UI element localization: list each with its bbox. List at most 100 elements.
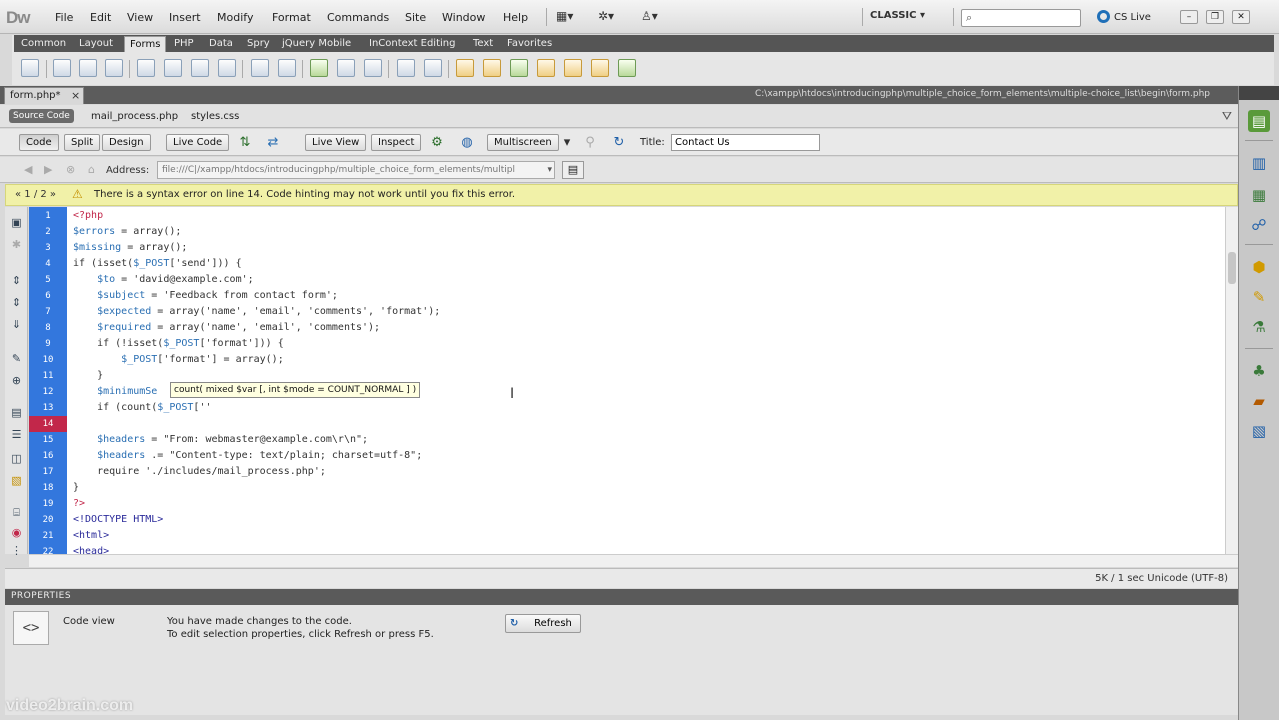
code-line[interactable]: require './includes/mail_process.php'; (73, 464, 326, 480)
code-line[interactable]: $to = 'david@example.com'; (73, 272, 254, 288)
tag-inspector-icon[interactable]: ☍ (1248, 214, 1270, 236)
title-input[interactable] (671, 134, 820, 151)
behaviors-icon[interactable]: ⬢ (1248, 256, 1270, 278)
live-code-button[interactable]: Live Code (166, 134, 230, 151)
hidden-field-icon[interactable] (105, 59, 123, 77)
compare-icon[interactable]: ⇄ (264, 134, 282, 151)
code-line[interactable]: $subject = 'Feedback from contact form'; (73, 288, 338, 304)
extend-menu-icon[interactable]: ✲▾ (598, 9, 614, 23)
apply-comment-icon[interactable]: ▧ (9, 473, 24, 488)
browser-navigation-icon[interactable]: ▤ (562, 161, 584, 179)
file-field-icon[interactable] (337, 59, 355, 77)
databases-icon[interactable]: ⚗ (1248, 316, 1270, 338)
code-line[interactable]: $minimumSe (73, 384, 157, 400)
radio-button-icon[interactable] (191, 59, 209, 77)
visual-aids-icon[interactable]: ⚲ (581, 134, 599, 151)
image-field-icon[interactable] (310, 59, 328, 77)
tab-spry[interactable]: Spry (242, 36, 275, 52)
tab-layout[interactable]: Layout (74, 36, 118, 52)
collapse-selection-icon[interactable]: ⇕ (9, 295, 24, 310)
spry-validation-textarea-icon[interactable] (483, 59, 501, 77)
restore-button[interactable]: ❐ (1206, 10, 1224, 24)
expand-all-icon[interactable]: ⇓ (9, 317, 24, 332)
back-icon[interactable]: ◀ (24, 163, 32, 176)
workspace-switcher[interactable]: CLASSIC ▾ (870, 10, 925, 21)
minimize-button[interactable]: – (1180, 10, 1198, 24)
jump-menu-icon[interactable] (278, 59, 296, 77)
live-view-button[interactable]: Live View (305, 134, 367, 151)
forward-icon[interactable]: ▶ (44, 163, 52, 176)
tab-incontext-editing[interactable]: InContext Editing (364, 36, 460, 52)
highlight-invalid-code-icon[interactable]: ☰ (9, 427, 24, 442)
code-line[interactable] (73, 416, 97, 432)
inspect-button[interactable]: Inspect (371, 134, 422, 151)
cs-live-button[interactable]: CS Live (1097, 10, 1151, 23)
checkbox-icon[interactable] (137, 59, 155, 77)
code-line[interactable]: $missing = array(); (73, 240, 187, 256)
spry-validation-password-icon[interactable] (564, 59, 582, 77)
fieldset-icon[interactable] (424, 59, 442, 77)
preview-browser-icon[interactable]: ◍ (458, 134, 476, 151)
home-icon[interactable]: ⌂ (88, 163, 95, 176)
filter-icon[interactable]: ⛛ (1222, 109, 1232, 124)
code-line[interactable]: } (73, 368, 103, 384)
multiscreen-dropdown-icon[interactable]: ▾ (558, 134, 576, 151)
textarea-icon[interactable] (79, 59, 97, 77)
code-line[interactable]: ?> (73, 496, 85, 512)
spry-validation-radio-icon[interactable] (618, 59, 636, 77)
files-icon[interactable]: ♣ (1248, 360, 1270, 382)
spry-validation-confirm-icon[interactable] (591, 59, 609, 77)
menu-view[interactable]: View (127, 11, 153, 24)
code-editor[interactable]: 1234567891011121314151617181920212223 <?… (29, 207, 1225, 554)
menu-commands[interactable]: Commands (327, 11, 389, 24)
code-line[interactable]: if (isset($_POST['send'])) { (73, 256, 242, 272)
close-window-button[interactable]: ✕ (1232, 10, 1250, 24)
site-menu-icon[interactable]: ♙▾ (641, 9, 658, 23)
menu-window[interactable]: Window (442, 11, 485, 24)
layout-menu-icon[interactable]: ▦▾ (556, 9, 573, 23)
tab-common[interactable]: Common (16, 36, 71, 52)
tab-favorites[interactable]: Favorites (502, 36, 557, 52)
code-line[interactable]: $_POST['format'] = array(); (73, 352, 284, 368)
related-file-styles[interactable]: styles.css (191, 111, 239, 122)
ap-elements-icon[interactable]: ▦ (1248, 184, 1270, 206)
design-view-button[interactable]: Design (102, 134, 151, 151)
tab-data[interactable]: Data (204, 36, 238, 52)
close-icon[interactable]: × (71, 88, 80, 104)
history-icon[interactable]: ▧ (1248, 420, 1270, 442)
collapse-tag-icon[interactable]: ⇕ (9, 273, 24, 288)
menu-help[interactable]: Help (503, 11, 528, 24)
code-line[interactable]: $headers = "From: webmaster@example.com\… (73, 432, 368, 448)
file-management-icon[interactable]: ⇅ (236, 134, 254, 151)
related-file-mail-process[interactable]: mail_process.php (91, 111, 178, 122)
tab-jquery-mobile[interactable]: jQuery Mobile (277, 36, 356, 52)
code-line[interactable]: <head> (73, 544, 109, 554)
text-field-icon[interactable] (53, 59, 71, 77)
code-view-button[interactable]: Code (19, 134, 59, 151)
checkbox-group-icon[interactable] (164, 59, 182, 77)
button-icon[interactable] (364, 59, 382, 77)
scrollbar-thumb[interactable] (1228, 252, 1236, 284)
code-line[interactable]: <html> (73, 528, 109, 544)
balance-braces-icon[interactable]: ⊕ (9, 373, 24, 388)
related-file-source-code[interactable]: Source Code (9, 109, 74, 123)
css-styles-icon[interactable]: ▥ (1248, 152, 1270, 174)
code-line[interactable]: $required = array('name', 'email', 'comm… (73, 320, 380, 336)
line-numbers-icon[interactable]: ▤ (9, 405, 24, 420)
refresh-icon[interactable]: ↻ (610, 134, 628, 151)
tab-forms[interactable]: Forms (124, 36, 167, 52)
multiscreen-button[interactable]: Multiscreen (487, 134, 559, 151)
tab-text[interactable]: Text (468, 36, 498, 52)
code-line[interactable]: $expected = array('name', 'email', 'comm… (73, 304, 440, 320)
select-list-icon[interactable] (251, 59, 269, 77)
menu-modify[interactable]: Modify (217, 11, 253, 24)
label-icon[interactable] (397, 59, 415, 77)
radio-group-icon[interactable] (218, 59, 236, 77)
menu-format[interactable]: Format (272, 11, 311, 24)
code-line[interactable]: if (!isset($_POST['format'])) { (73, 336, 284, 352)
stop-icon[interactable]: ⊗ (66, 163, 75, 176)
error-navigator[interactable]: « 1 / 2 » (15, 189, 56, 200)
code-line[interactable]: $errors = array(); (73, 224, 181, 240)
spry-validation-checkbox-icon[interactable] (510, 59, 528, 77)
select-parent-tag-icon[interactable]: ✎ (9, 351, 24, 366)
